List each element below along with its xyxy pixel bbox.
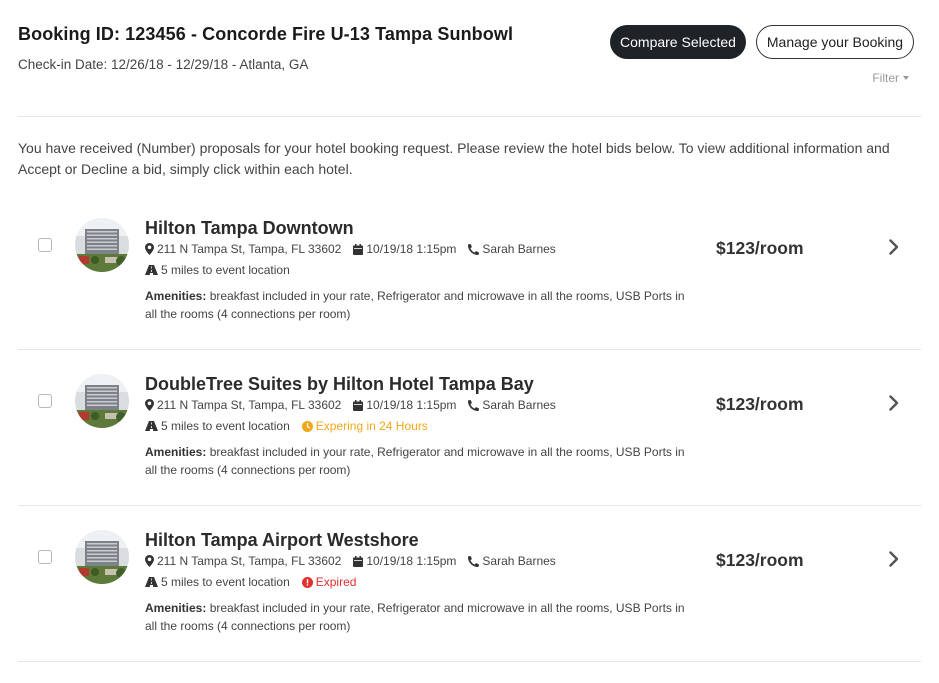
manage-booking-button[interactable]: Manage your Booking (756, 25, 914, 59)
amenities: Amenities: breakfast included in your ra… (145, 599, 690, 635)
hotel-card[interactable]: DoubleTree Suites by Hilton Hotel Tampa … (18, 360, 921, 516)
chevron-right-icon[interactable] (888, 551, 900, 567)
hotel-address: 211 N Tampa St, Tampa, FL 33602 (157, 398, 342, 412)
bid-date: 10/19/18 1:15pm (366, 398, 457, 412)
road-icon (145, 265, 158, 275)
road-icon (145, 577, 158, 587)
hotel-card[interactable]: Hilton Tampa Airport Westshore 211 N Tam… (18, 516, 921, 672)
hotel-thumbnail (75, 530, 129, 584)
hotel-address: 211 N Tampa St, Tampa, FL 33602 (157, 242, 342, 256)
hotel-meta-secondary: 5 miles to event location Expired (145, 575, 368, 589)
status-badge: Expired (301, 575, 357, 589)
room-price: $123/room (716, 550, 804, 570)
amenities: Amenities: breakfast included in your ra… (145, 443, 690, 479)
room-price: $123/room (716, 238, 804, 258)
divider (18, 661, 921, 662)
amenities: Amenities: breakfast included in your ra… (145, 287, 690, 323)
hotel-address: 211 N Tampa St, Tampa, FL 33602 (157, 554, 342, 568)
chevron-right-icon[interactable] (888, 239, 900, 255)
amenities-label: Amenities: (145, 445, 207, 459)
contact-name: Sarah Barnes (482, 242, 556, 256)
booking-header: Booking ID: 123456 - Concorde Fire U-13 … (18, 24, 921, 116)
caret-down-icon (903, 76, 909, 80)
phone-icon (468, 399, 480, 411)
chevron-right-icon[interactable] (888, 395, 900, 411)
select-checkbox[interactable] (38, 394, 52, 408)
clock-icon (301, 420, 313, 432)
hotel-thumbnail (75, 374, 129, 428)
divider (18, 116, 921, 117)
hotel-name[interactable]: Hilton Tampa Downtown (145, 218, 354, 239)
calendar-icon (353, 555, 364, 567)
divider (18, 349, 921, 350)
phone-icon (468, 555, 480, 567)
compare-selected-button[interactable]: Compare Selected (610, 25, 746, 59)
phone-icon (468, 243, 480, 255)
page-title: Booking ID: 123456 - Concorde Fire U-13 … (18, 24, 514, 44)
status-text: Expired (315, 575, 357, 589)
map-marker-icon (145, 555, 154, 567)
amenities-text: breakfast included in your rate, Refrige… (145, 445, 685, 477)
map-marker-icon (145, 243, 154, 255)
hotel-card[interactable]: Hilton Tampa Downtown 211 N Tampa St, Ta… (18, 204, 921, 360)
select-checkbox[interactable] (38, 238, 52, 252)
distance-text: 5 miles to event location (161, 575, 290, 589)
hotel-meta: 211 N Tampa St, Tampa, FL 33602 10/19/18… (145, 398, 568, 412)
hotel-meta-secondary: 5 miles to event location Expering in 24… (145, 419, 440, 433)
status-badge: Expering in 24 Hours (301, 419, 428, 433)
calendar-icon (353, 243, 364, 255)
select-checkbox[interactable] (38, 550, 52, 564)
amenities-label: Amenities: (145, 289, 207, 303)
bid-date: 10/19/18 1:15pm (366, 554, 457, 568)
road-icon (145, 421, 158, 431)
divider (18, 505, 921, 506)
hotel-meta: 211 N Tampa St, Tampa, FL 33602 10/19/18… (145, 554, 568, 568)
check-in-dates: Check-in Date: 12/26/18 - 12/29/18 - Atl… (18, 57, 309, 72)
filter-label: Filter (872, 71, 899, 85)
hotel-meta: 211 N Tampa St, Tampa, FL 33602 10/19/18… (145, 242, 568, 256)
status-text: Expering in 24 Hours (315, 419, 428, 433)
amenities-text: breakfast included in your rate, Refrige… (145, 289, 685, 321)
hotel-name[interactable]: DoubleTree Suites by Hilton Hotel Tampa … (145, 374, 534, 395)
intro-text: You have received (Number) proposals for… (18, 140, 890, 177)
amenities-label: Amenities: (145, 601, 207, 615)
hotel-thumbnail (75, 218, 129, 272)
contact-name: Sarah Barnes (482, 554, 556, 568)
map-marker-icon (145, 399, 154, 411)
calendar-icon (353, 399, 364, 411)
distance-text: 5 miles to event location (161, 263, 290, 277)
hotel-name[interactable]: Hilton Tampa Airport Westshore (145, 530, 419, 551)
filter-dropdown[interactable]: Filter (872, 71, 909, 85)
alert-circle-icon (301, 576, 313, 588)
hotel-meta-secondary: 5 miles to event location (145, 263, 302, 277)
amenities-text: breakfast included in your rate, Refrige… (145, 601, 685, 633)
contact-name: Sarah Barnes (482, 398, 556, 412)
room-price: $123/room (716, 394, 804, 414)
distance-text: 5 miles to event location (161, 419, 290, 433)
bid-date: 10/19/18 1:15pm (366, 242, 457, 256)
